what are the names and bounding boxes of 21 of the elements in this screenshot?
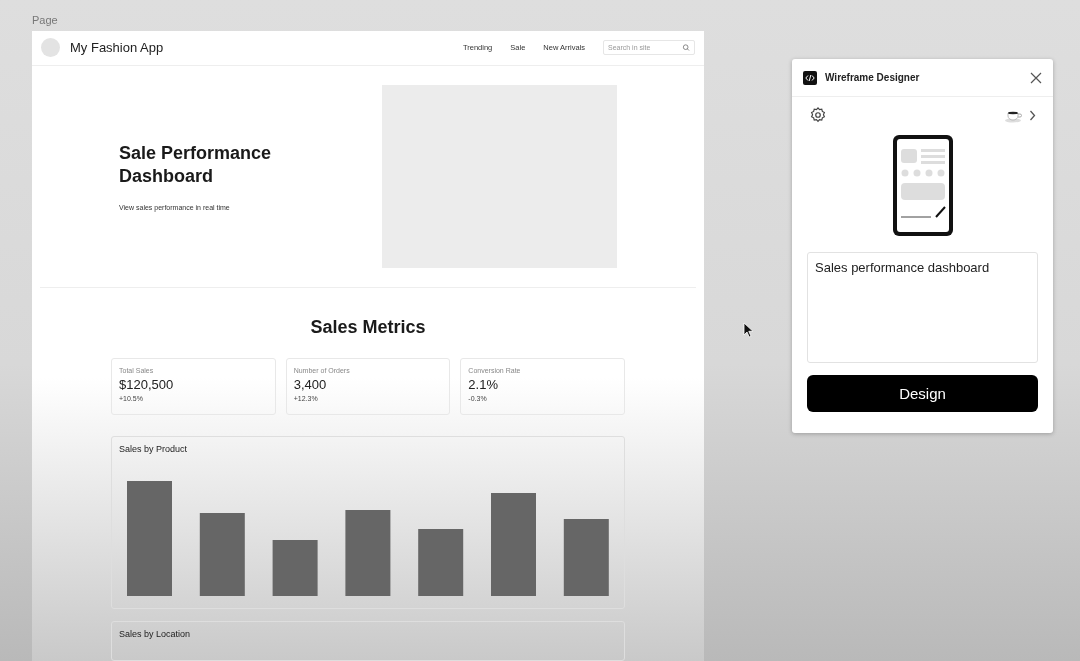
prompt-field[interactable]: Sales performance dashboard (807, 252, 1038, 363)
settings-icon[interactable] (809, 106, 827, 124)
metric-value: $120,500 (119, 377, 175, 392)
code-icon (803, 70, 817, 85)
metric-value: 2.1% (468, 377, 499, 392)
chart-bar (418, 529, 464, 596)
close-icon[interactable] (1030, 71, 1042, 84)
app-title: My Fashion App (70, 40, 165, 56)
search-icon (682, 43, 690, 53)
design-button[interactable]: Design (807, 375, 1038, 412)
canvas-label: Page (32, 14, 59, 28)
hero-title: Sale Performance Dashboard (119, 141, 273, 188)
chart-title: Sales by Location (119, 629, 192, 639)
chart-bar (272, 540, 318, 596)
cursor-icon (743, 322, 755, 338)
panel-title: Wireframe Designer (825, 72, 921, 83)
chart-title: Sales by Product (119, 444, 189, 454)
metric-value: 3,400 (293, 377, 328, 392)
section-title: Sales Metrics (310, 317, 426, 338)
chevron-right-icon[interactable] (1029, 109, 1036, 121)
logo-placeholder (41, 38, 60, 58)
